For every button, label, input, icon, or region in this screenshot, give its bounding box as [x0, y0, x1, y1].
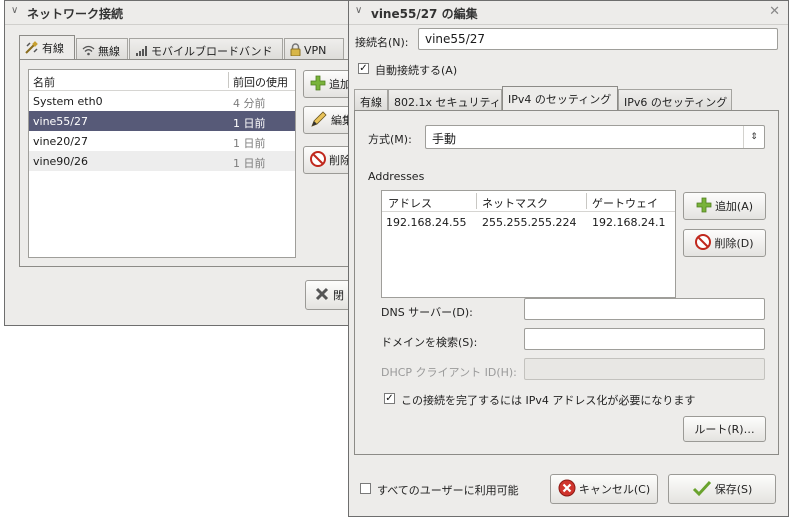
connection-last-used: 1 日前 [233, 137, 266, 150]
checkmark-icon [692, 479, 712, 500]
list-header: 名前 前回の使用 [29, 70, 295, 91]
close-window-label: 閉 [333, 289, 344, 302]
connection-last-used: 1 日前 [233, 117, 266, 130]
search-domains-label: ドメインを検索(S): [381, 336, 478, 349]
require-ipv4-checkbox[interactable]: ✓ [384, 393, 395, 404]
save-button[interactable]: 保存(S) [668, 474, 776, 504]
list-row[interactable]: vine90/26 1 日前 [29, 151, 295, 171]
tab-vpn[interactable]: VPN [284, 38, 344, 60]
cancel-button[interactable]: キャンセル(C) [550, 474, 658, 504]
addresses-heading: Addresses [368, 170, 425, 183]
dhcp-client-id-label: DHCP クライアント ID(H): [381, 366, 517, 379]
list-row-selected[interactable]: vine55/27 1 日前 [29, 111, 295, 131]
network-window-title: ネットワーク接続 [27, 7, 124, 21]
column-header-netmask[interactable]: ネットマスク [482, 195, 548, 211]
cancel-label: キャンセル(C) [578, 483, 651, 496]
column-divider [476, 193, 477, 209]
tab-wired-label: 有線 [42, 42, 64, 55]
connection-name-field[interactable]: vine55/27 [418, 28, 778, 50]
network-window-titlebar: ∨ ネットワーク接続 [5, 1, 359, 25]
edit-connection-dialog: ∨ vine55/27 の編集 ✕ 接続名(N): vine55/27 ✓ 自動… [348, 0, 789, 517]
method-label: 方式(M): [368, 133, 412, 146]
save-label: 保存(S) [714, 483, 753, 496]
tab-ipv4-settings[interactable]: IPv4 のセッティング [502, 86, 618, 111]
select-arrows-icon: ⇕ [743, 126, 764, 148]
delete-address-button[interactable]: 削除(D) [683, 229, 766, 257]
edit-dialog-titlebar: ∨ vine55/27 の編集 ✕ [349, 1, 788, 25]
tab-vpn-label: VPN [304, 44, 327, 57]
connection-list[interactable]: 名前 前回の使用 System eth0 4 分前 vine55/27 1 日前… [28, 69, 296, 258]
connection-name: System eth0 [33, 95, 103, 108]
add-address-button[interactable]: 追加(A) [683, 192, 766, 220]
search-domains-field[interactable] [524, 328, 765, 350]
dhcp-client-id-field[interactable] [524, 358, 765, 380]
column-header-name[interactable]: 名前 [33, 74, 55, 90]
routes-button[interactable]: ルート(R)… [683, 416, 766, 442]
connection-name: vine20/27 [33, 135, 89, 148]
connection-last-used: 1 日前 [233, 157, 266, 170]
column-header-address[interactable]: アドレス [388, 195, 432, 211]
list-row[interactable]: vine20/27 1 日前 [29, 131, 295, 151]
tab-wireless[interactable]: 無線 [76, 38, 128, 60]
tab-ipv6-settings[interactable]: IPv6 のセッティング [618, 89, 732, 111]
wired-icon [25, 41, 39, 57]
table-row[interactable]: 192.168.24.55 255.255.255.224 192.168.24… [382, 213, 675, 233]
tab-wired[interactable]: 有線 [19, 35, 75, 60]
address-table-header: アドレス ネットマスク ゲートウェイ [382, 191, 675, 212]
column-header-last-used[interactable]: 前回の使用 [233, 74, 288, 90]
method-select[interactable]: 手動 ⇕ [425, 125, 765, 149]
wireless-icon [82, 45, 95, 59]
tab-wireless-label: 無線 [98, 45, 120, 58]
tab-8021x-security[interactable]: 802.1x セキュリティ [388, 89, 502, 111]
plus-icon [696, 197, 712, 216]
gateway-cell: 192.168.24.1 [592, 216, 666, 229]
dns-field[interactable] [524, 298, 765, 320]
column-divider [228, 72, 229, 88]
address-table[interactable]: アドレス ネットマスク ゲートウェイ 192.168.24.55 255.255… [381, 190, 676, 298]
tab-mobile-broadband[interactable]: モバイルブロードバンド [129, 38, 283, 60]
address-cell: 192.168.24.55 [386, 216, 467, 229]
all-users-label: すべてのユーザーに利用可能 [377, 484, 519, 497]
mobile-signal-icon [135, 45, 148, 59]
column-divider [586, 193, 587, 209]
no-entry-icon [310, 150, 326, 170]
dns-label: DNS サーバー(D): [381, 306, 473, 319]
routes-label: ルート(R)… [694, 423, 755, 436]
connection-name: vine55/27 [33, 115, 89, 128]
column-header-gateway[interactable]: ゲートウェイ [592, 195, 658, 211]
netmask-cell: 255.255.255.224 [482, 216, 577, 229]
tab-mobile-broadband-label: モバイルブロードバンド [151, 45, 273, 58]
close-x-icon [314, 286, 330, 305]
cancel-icon [558, 479, 576, 500]
connection-name: vine90/26 [33, 155, 89, 168]
pencil-icon [310, 110, 328, 131]
connection-last-used: 4 分前 [233, 97, 266, 110]
add-address-label: 追加(A) [714, 200, 754, 213]
all-users-checkbox[interactable] [360, 483, 371, 494]
list-row[interactable]: System eth0 4 分前 [29, 91, 295, 111]
auto-connect-label: 自動接続する(A) [375, 64, 458, 77]
auto-connect-checkbox[interactable]: ✓ [358, 63, 369, 74]
network-tab-panel: 名前 前回の使用 System eth0 4 分前 vine55/27 1 日前… [19, 59, 363, 267]
close-icon[interactable]: ✕ [769, 4, 780, 19]
tab-wired[interactable]: 有線 [354, 89, 388, 111]
edit-dialog-title: vine55/27 の編集 [371, 7, 478, 21]
delete-address-label: 削除(D) [714, 237, 754, 250]
connection-name-label: 接続名(N): [355, 36, 409, 49]
plus-icon [310, 75, 326, 94]
no-entry-icon [695, 233, 712, 253]
method-select-value: 手動 [432, 132, 457, 146]
chevron-down-icon[interactable]: ∨ [355, 5, 362, 16]
chevron-down-icon[interactable]: ∨ [11, 5, 18, 16]
ipv4-tab-panel: 方式(M): 手動 ⇕ Addresses アドレス ネットマスク ゲートウェイ… [354, 110, 779, 455]
network-connections-window: ∨ ネットワーク接続 有線 無線 モバイルブロードバンド VPN 名前 前回の使… [4, 0, 363, 326]
lock-icon [290, 43, 301, 59]
require-ipv4-label: この接続を完了するには IPv4 アドレス化が必要になります [401, 394, 696, 407]
